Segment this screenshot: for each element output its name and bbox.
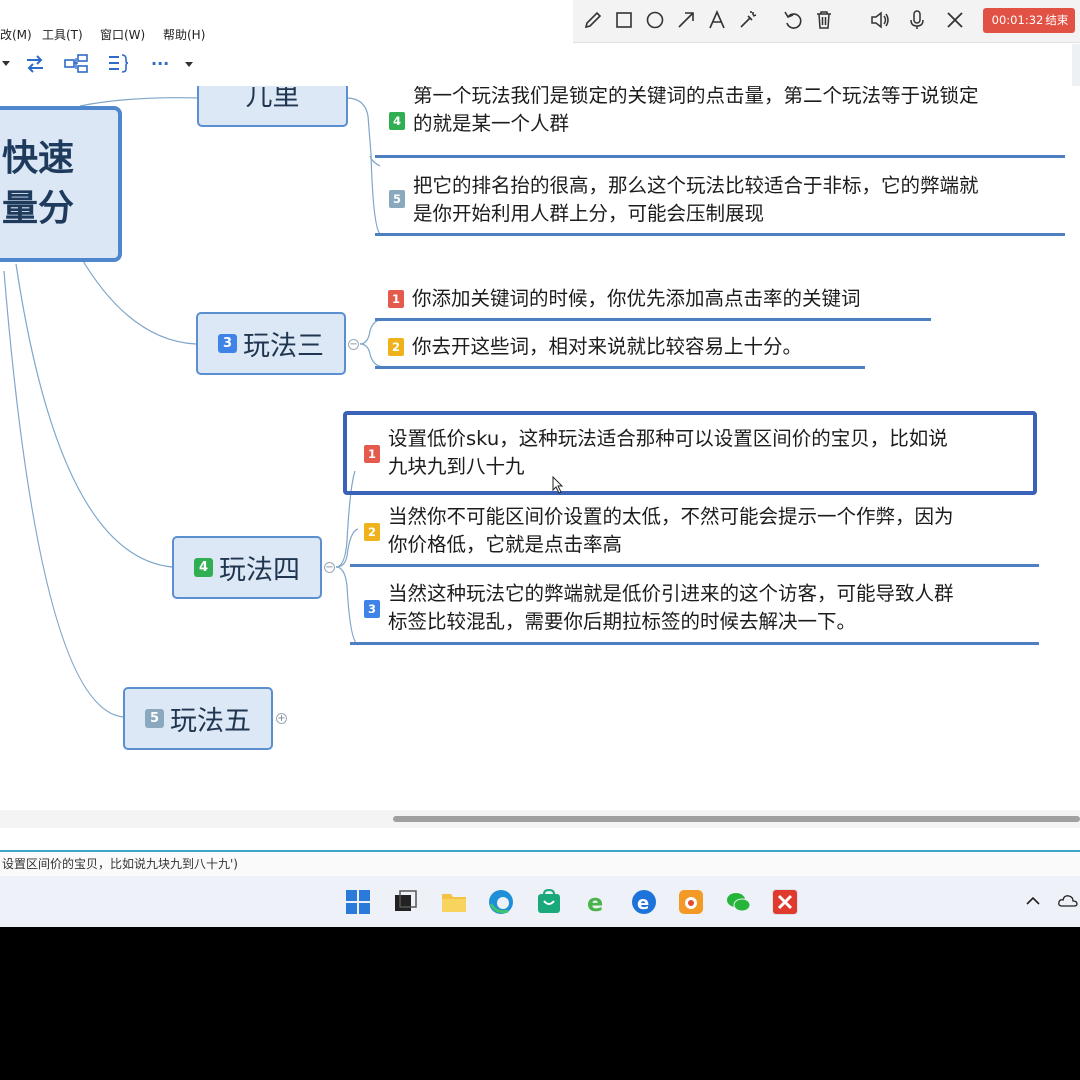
recorder-toolbar: 00:01:32 结束 [573, 0, 1080, 43]
branch-3-badge: 3 [218, 334, 237, 353]
collapse-toggle[interactable]: − [348, 339, 359, 350]
leaf-text-line: 你去开这些词，相对来说就比较容易上十分。 [412, 335, 803, 358]
pencil-icon[interactable] [582, 9, 604, 31]
branch-4-badge: 4 [194, 558, 213, 577]
dropdown-icon[interactable] [185, 62, 193, 84]
horizontal-scrollbar[interactable] [0, 810, 1080, 828]
structure-icon[interactable] [64, 53, 88, 75]
leaf-badge: 5 [389, 190, 405, 208]
arrow-icon[interactable] [675, 9, 697, 31]
branch-node-2[interactable]: 儿里 [197, 86, 348, 127]
leaf-3-1[interactable]: 1 你添加关键词的时候，你优先添加高点击率的关键词 [388, 285, 948, 315]
cloud-icon[interactable] [1058, 894, 1078, 908]
leaf-text-line: 你价格低，它就是点击率高 [388, 533, 623, 556]
leaf-3-2[interactable]: 2 你去开这些词，相对来说就比较容易上十分。 [388, 333, 888, 363]
dropdown-icon[interactable] [2, 61, 10, 83]
status-text: 设置区间价的宝贝，比如说九块九到八十九') [2, 857, 238, 871]
leaf-4-1[interactable]: 1 设置低价sku，这种玩法适合那种可以设置区间价的宝贝，比如说 九块九到八十九 [364, 425, 1024, 485]
leaf-text-line: 的就是某一个人群 [413, 112, 570, 135]
leaf-4-2[interactable]: 2 当然你不可能区间价设置的太低，不然可能会提示一个作弊，因为 你价格低，它就是… [364, 503, 1044, 563]
menu-modify[interactable]: 改(M) [0, 26, 32, 43]
undo-icon[interactable] [782, 9, 804, 31]
svg-text:e: e [587, 889, 603, 915]
app-orange-icon[interactable] [678, 889, 704, 915]
branch-5-label: 玩法五 [170, 706, 251, 737]
menu-help[interactable]: 帮助(H) [163, 26, 205, 43]
leaf-badge: 1 [388, 290, 404, 308]
ie-icon[interactable]: e [584, 889, 610, 915]
windows-start-icon[interactable] [345, 889, 371, 915]
store-icon[interactable] [536, 889, 562, 915]
xmind-icon[interactable] [772, 889, 798, 915]
edge-legacy-icon[interactable]: e [631, 889, 657, 915]
leaf-text-line: 当然这种玩法它的弊端就是低价引进来的这个访客，可能导致人群 [388, 582, 954, 605]
leaf-4-3[interactable]: 3 当然这种玩法它的弊端就是低价引进来的这个访客，可能导致人群 标签比较混乱，需… [364, 580, 1044, 640]
menu-tools[interactable]: 工具(T) [42, 26, 83, 43]
file-explorer-icon[interactable] [441, 889, 467, 915]
svg-text:e: e [637, 893, 649, 914]
leaf-underline [350, 564, 1039, 567]
central-topic-line-1: 快速 [1, 138, 74, 179]
leaf-2-4[interactable]: 4 第一个玩法我们是锁定的关键词的点击量，第二个玩法等于说锁定 的就是某一个人群 [389, 86, 1079, 152]
task-view-icon[interactable] [393, 889, 419, 915]
mindmap-canvas[interactable]: 快速 量分 儿里 4 第一个玩法我们是锁定的关键词的点击量，第二个玩法等于说锁定… [0, 86, 1080, 810]
expand-toggle[interactable]: + [276, 713, 287, 724]
rectangle-icon[interactable] [613, 9, 635, 31]
timer-text: 00:01:32 [991, 13, 1044, 27]
outline-icon[interactable] [107, 53, 129, 75]
leaf-text-line: 设置低价sku，这种玩法适合那种可以设置区间价的宝贝，比如说 [388, 427, 948, 450]
taskbar: e e [0, 876, 1080, 927]
text-icon[interactable] [706, 9, 728, 31]
leaf-badge: 1 [364, 445, 380, 463]
branch-node-3[interactable]: 3 玩法三 [196, 312, 346, 375]
more-icon[interactable]: ··· [151, 53, 169, 75]
menu-window[interactable]: 窗口(W) [100, 26, 145, 43]
trash-icon[interactable] [813, 9, 835, 31]
branch-3-label: 玩法三 [243, 331, 324, 362]
leaf-text-line: 九块九到八十九 [388, 455, 525, 478]
leaf-underline [375, 155, 1065, 158]
swap-icon[interactable] [24, 53, 46, 75]
branch-4-label: 玩法四 [219, 555, 300, 586]
leaf-2-5[interactable]: 5 把它的排名抬的很高，那么这个玩法比较适合于非标，它的弊端就 是你开始利用人群… [389, 172, 1079, 232]
speaker-icon[interactable] [869, 9, 891, 31]
leaf-badge: 2 [388, 338, 404, 356]
toolbar: ··· [0, 44, 1080, 86]
branch-2-label: 儿里 [245, 87, 300, 107]
leaf-text-line: 把它的排名抬的很高，那么这个玩法比较适合于非标，它的弊端就 [413, 174, 979, 197]
leaf-text-line: 你添加关键词的时候，你优先添加高点击率的关键词 [412, 287, 861, 310]
leaf-text-line: 是你开始利用人群上分，可能会压制展现 [413, 202, 765, 225]
screen: 改(M) 工具(T) 窗口(W) 帮助(H) ··· 00:01:32 结束 快… [0, 0, 1080, 927]
status-bar: 设置区间价的宝贝，比如说九块九到八十九') [0, 852, 1080, 876]
edge-icon[interactable] [488, 889, 514, 915]
record-timer-end-button[interactable]: 00:01:32 结束 [983, 8, 1075, 33]
leaf-underline [375, 233, 1065, 236]
branch-node-5[interactable]: 5 玩法五 [123, 687, 273, 750]
close-icon[interactable] [944, 9, 966, 31]
circle-icon[interactable] [644, 9, 666, 31]
collapse-toggle[interactable]: − [324, 562, 335, 573]
leaf-underline [375, 366, 865, 369]
microphone-icon[interactable] [906, 9, 928, 31]
leaf-badge: 4 [389, 112, 405, 130]
leaf-underline [350, 642, 1039, 645]
horizontal-scroll-thumb[interactable] [393, 816, 1080, 822]
leaf-badge: 3 [364, 600, 380, 618]
leaf-badge: 2 [364, 523, 380, 541]
leaf-text-line: 标签比较混乱，需要你后期拉标签的时候去解决一下。 [388, 610, 857, 633]
wechat-icon[interactable] [725, 889, 751, 915]
central-topic-line-2: 量分 [1, 188, 74, 229]
highlighter-icon[interactable] [737, 9, 759, 31]
leaf-text-line: 第一个玩法我们是锁定的关键词的点击量，第二个玩法等于说锁定 [413, 86, 979, 107]
central-topic-node[interactable]: 快速 量分 [0, 106, 122, 262]
leaf-underline [375, 318, 931, 321]
end-label: 结束 [1045, 13, 1069, 27]
leaf-text-line: 当然你不可能区间价设置的太低，不然可能会提示一个作弊，因为 [388, 505, 954, 528]
mouse-cursor-icon [552, 476, 564, 494]
branch-node-4[interactable]: 4 玩法四 [172, 536, 322, 599]
branch-5-badge: 5 [145, 709, 164, 728]
chevron-up-icon[interactable] [1026, 896, 1040, 906]
